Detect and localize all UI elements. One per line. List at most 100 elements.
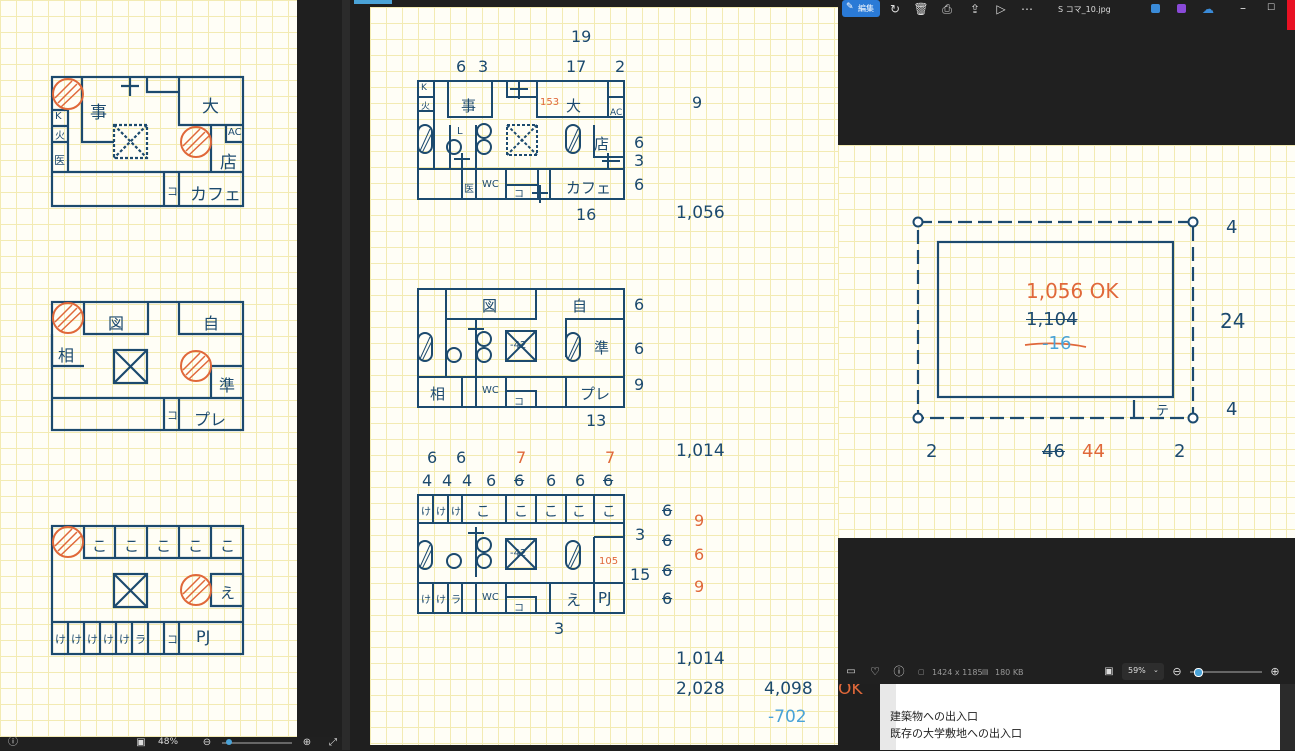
image-size-icon: ▢ (918, 668, 925, 676)
room-label: プレ (580, 385, 611, 403)
chevron-down-icon: ⌄ (1153, 666, 1159, 674)
zoom-slider-thumb[interactable] (226, 739, 232, 745)
room-label: 火 (55, 131, 65, 142)
zoom-out-icon[interactable]: ⊖ (198, 735, 216, 751)
dim-label: 4 (442, 471, 453, 490)
fit-icon[interactable]: ▣ (1100, 664, 1118, 680)
filmstrip-icon[interactable]: ▭ (842, 664, 860, 680)
area-label: 105 (599, 556, 619, 567)
room-label: PJ (196, 627, 211, 646)
fit-icon[interactable]: ▣ (132, 735, 150, 751)
room-label: コ (514, 189, 524, 200)
dim-label-struck: 6 (514, 471, 525, 490)
dim-label: 6 (634, 133, 645, 152)
dim-label: 9 (694, 511, 705, 530)
room-label: け (71, 633, 82, 646)
room-label: け (421, 507, 431, 518)
file-size-icon: ▤ (982, 668, 989, 676)
room-label: ラ (451, 595, 461, 606)
dim-label: 7 (516, 448, 527, 467)
room-label: コ (167, 633, 178, 646)
middle-plans (417, 80, 625, 614)
room-label: こ (220, 537, 236, 555)
room-label: コ (514, 397, 524, 408)
photo-viewport: 1,056 OK 1,104 -16 4 24 4 2 46 44 2 テ (838, 145, 1295, 538)
middle-top-tab[interactable] (354, 0, 392, 4)
room-label: こ (124, 537, 140, 555)
room-label: 図 (482, 297, 498, 315)
area-diff: -702 (768, 707, 807, 727)
room-label: 店 (594, 135, 610, 153)
room-label: け (55, 633, 66, 646)
room-label: ラ (135, 633, 146, 646)
dim-label: 19 (571, 27, 592, 46)
middle-canvas: 19 6 3 17 2 K 火 事 153 大 AC 店 医 WC コ カフェ … (370, 7, 838, 745)
dim-label: 9 (694, 577, 705, 596)
dim-label: 6 (694, 545, 705, 564)
favorite-icon[interactable]: ♡ (866, 664, 884, 680)
doc-scrollbar[interactable] (1280, 684, 1295, 750)
more-icon[interactable]: ⋯ (1018, 1, 1036, 17)
dim-label-struck: 6 (603, 471, 614, 490)
rotate-icon[interactable]: ↻ (886, 1, 904, 17)
dim-label: 9 (692, 93, 703, 112)
zoom-slider[interactable] (222, 742, 292, 744)
minimize-icon[interactable]: – (1234, 0, 1252, 16)
slideshow-icon[interactable]: ▷ (992, 1, 1010, 17)
dim-label-struck: 46 (1042, 441, 1065, 462)
area-sum: 2,028 (676, 679, 725, 699)
zoom-in-icon[interactable]: ⊕ (1266, 664, 1284, 680)
room-label: え (220, 584, 236, 602)
onedrive-icon[interactable]: ☁ (1199, 1, 1217, 17)
dim-label: 13 (586, 411, 607, 430)
area-total: 1,014 (676, 649, 725, 669)
clipchamp-icon[interactable] (1177, 4, 1186, 13)
share-icon[interactable]: ⇪ (966, 1, 984, 17)
room-label: 準 (594, 339, 610, 357)
room-label: こ (92, 537, 108, 555)
zoom-dropdown[interactable]: 59% ⌄ (1122, 663, 1164, 680)
room-label: テ (1156, 404, 1170, 419)
room-label: カフェ (566, 179, 612, 197)
file-size: 180 KB (995, 668, 1024, 677)
info-icon[interactable]: ⓘ (4, 735, 22, 751)
zoom-in-icon[interactable]: ⊕ (298, 735, 316, 751)
room-label: WC (482, 179, 499, 190)
photos-window: ✎ 編集 ↻ 🗑 ⎙ ⇪ ▷ ⋯ S コマ_10.jpg ☁ – ☐ 1,056… (838, 0, 1295, 684)
info-icon[interactable]: ⓘ (890, 664, 908, 680)
room-label: AC (228, 127, 242, 138)
left-statusbar: ⓘ ▣ 48% ⊖ ⊕ ⤢ (0, 737, 345, 750)
room-label: プレ (194, 410, 227, 429)
dim-label: 6 (575, 471, 586, 490)
dim-label: 6 (486, 471, 497, 490)
room-label: WC (482, 385, 499, 396)
room-label: コ (167, 185, 178, 198)
room-label: 大 (566, 97, 582, 115)
delete-icon[interactable]: 🗑 (912, 1, 930, 17)
dim-label-struck: 6 (662, 589, 673, 608)
room-label: け (119, 633, 130, 646)
zoom-slider-thumb[interactable] (1194, 668, 1203, 677)
edit-button[interactable]: ✎ 編集 (842, 0, 880, 17)
dim-label: 17 (566, 57, 587, 76)
expand-icon[interactable]: ⤢ (324, 735, 342, 751)
zoom-value: 48% (158, 737, 179, 747)
area-label: -42 (510, 340, 527, 351)
dim-label: 2 (1174, 441, 1186, 462)
room-label: け (421, 595, 431, 606)
dim-label: 6 (634, 175, 645, 194)
area-label: 153 (540, 97, 560, 108)
print-icon[interactable]: ⎙ (938, 1, 956, 17)
room-label: こ (514, 504, 528, 520)
designer-icon[interactable] (1151, 4, 1160, 13)
room-label: コ (167, 409, 178, 422)
maximize-icon[interactable]: ☐ (1262, 0, 1280, 16)
room-label: こ (156, 537, 172, 555)
room-label: 医 (54, 154, 65, 167)
room-label: け (103, 633, 114, 646)
left-plans (50, 75, 245, 656)
doc-line: 既存の大学敷地への出入口 (890, 727, 1022, 740)
zoom-out-icon[interactable]: ⊖ (1168, 664, 1186, 680)
area-struck: 1,104 (1026, 309, 1078, 330)
room-label: 図 (108, 314, 125, 333)
